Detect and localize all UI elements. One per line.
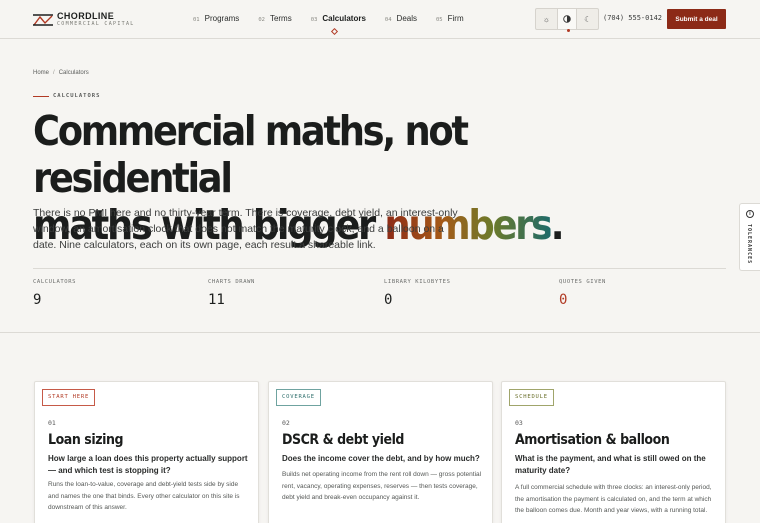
stat-value: 0 [559, 292, 568, 308]
card-description: Builds net operating income from the ren… [282, 471, 482, 501]
info-icon: i [746, 210, 754, 218]
stat-quotes-given: QUOTES GIVEN 0 [559, 279, 606, 308]
card-title: DSCR & debt yield [282, 432, 405, 448]
stat-label: LIBRARY KILOBYTES [384, 279, 451, 285]
eyebrow-label: CALCULATORS [53, 93, 101, 99]
theme-switcher: ☼ ☾ [535, 8, 599, 32]
nav-number: 05 [436, 17, 443, 23]
card-number: 03 [515, 419, 523, 427]
card-tag: SCHEDULE [509, 389, 554, 406]
stat-charts-drawn: CHARTS DRAWN 11 [208, 279, 255, 308]
nav-number: 02 [258, 17, 265, 23]
stat-value: 0 [384, 292, 393, 308]
nav-item-deals[interactable]: 04 Deals [385, 14, 417, 23]
stat-label: QUOTES GIVEN [559, 279, 606, 285]
brand-logo[interactable]: CHORDLINE COMMERCIAL CAPITAL [33, 11, 135, 28]
calculator-card-amortisation[interactable]: SCHEDULE 03 Amortisation & balloon What … [501, 381, 726, 523]
card-tag: START HERE [42, 389, 96, 406]
stat-value: 11 [208, 292, 225, 308]
tolerances-label: TOLERANCES [746, 224, 752, 265]
stat-label: CALCULATORS [33, 279, 77, 285]
card-description: A full commercial schedule with three cl… [515, 484, 712, 514]
stat-library-kilobytes: LIBRARY KILOBYTES 0 [384, 279, 451, 308]
title-line-1: Commercial maths, not residential [33, 107, 469, 202]
breadcrumb-current: Calculators [58, 70, 89, 76]
card-question: How large a loan does this property actu… [48, 454, 248, 475]
nav-label: Calculators [322, 14, 366, 23]
nav-label: Terms [269, 14, 292, 23]
breadcrumb-separator: / [53, 70, 55, 76]
stat-value: 9 [33, 292, 42, 308]
nav-item-terms[interactable]: 02 Terms [258, 14, 291, 23]
nav-number: 04 [384, 17, 392, 23]
intro-paragraph: There is no PMI here and no thirty-year … [33, 207, 458, 251]
contrast-icon[interactable] [556, 9, 578, 32]
submit-deal-button[interactable]: Submit a deal [667, 9, 726, 29]
card-question: Does the income cover the debt, and by h… [282, 454, 480, 463]
eyebrow-rule [33, 95, 49, 97]
moon-icon[interactable]: ☾ [577, 9, 598, 29]
card-tag: COVERAGE [276, 389, 321, 406]
brand-name: CHORDLINE [57, 11, 115, 21]
nav-label: Programs [204, 14, 240, 23]
selected-indicator [566, 29, 570, 32]
main-nav: 01 Programs 02 Terms 03 Calculators 04 D… [193, 14, 483, 36]
card-description: Runs the loan-to-value, coverage and deb… [48, 481, 240, 511]
stat-label: CHARTS DRAWN [208, 279, 255, 285]
site-header: CHORDLINE COMMERCIAL CAPITAL 01 Programs… [0, 0, 760, 39]
nav-label: Firm [447, 14, 464, 23]
stat-calculators: CALCULATORS 9 [33, 279, 76, 308]
nav-item-firm[interactable]: 05 Firm [436, 14, 464, 23]
chordline-logo-icon [33, 13, 53, 26]
breadcrumb: Home / Calculators [33, 70, 89, 76]
nav-label: Deals [396, 14, 417, 23]
section-eyebrow: CALCULATORS [33, 93, 100, 99]
nav-item-programs[interactable]: 01 Programs [193, 14, 239, 23]
card-title: Amortisation & balloon [515, 432, 670, 448]
stats-divider [33, 268, 726, 269]
active-nav-marker [330, 27, 338, 36]
section-divider [0, 332, 760, 333]
brand-tagline: COMMERCIAL CAPITAL [57, 21, 135, 27]
sun-icon[interactable]: ☼ [536, 9, 557, 29]
title-period: . [550, 201, 565, 249]
nav-item-calculators[interactable]: 03 Calculators [310, 14, 366, 36]
calculator-card-dscr[interactable]: COVERAGE 02 DSCR & debt yield Does the i… [268, 381, 493, 523]
tolerances-tab[interactable]: i TOLERANCES [739, 203, 760, 271]
phone-number[interactable]: (704) 555-0142 [603, 14, 662, 22]
nav-number: 01 [193, 17, 200, 23]
calculator-card-loan-sizing[interactable]: START HERE 01 Loan sizing How large a lo… [34, 381, 259, 523]
breadcrumb-home[interactable]: Home [33, 70, 49, 76]
card-question: What is the payment, and what is still o… [515, 454, 706, 475]
card-number: 02 [282, 419, 290, 427]
nav-number: 03 [310, 17, 318, 23]
card-title: Loan sizing [48, 432, 124, 448]
card-number: 01 [48, 419, 56, 427]
